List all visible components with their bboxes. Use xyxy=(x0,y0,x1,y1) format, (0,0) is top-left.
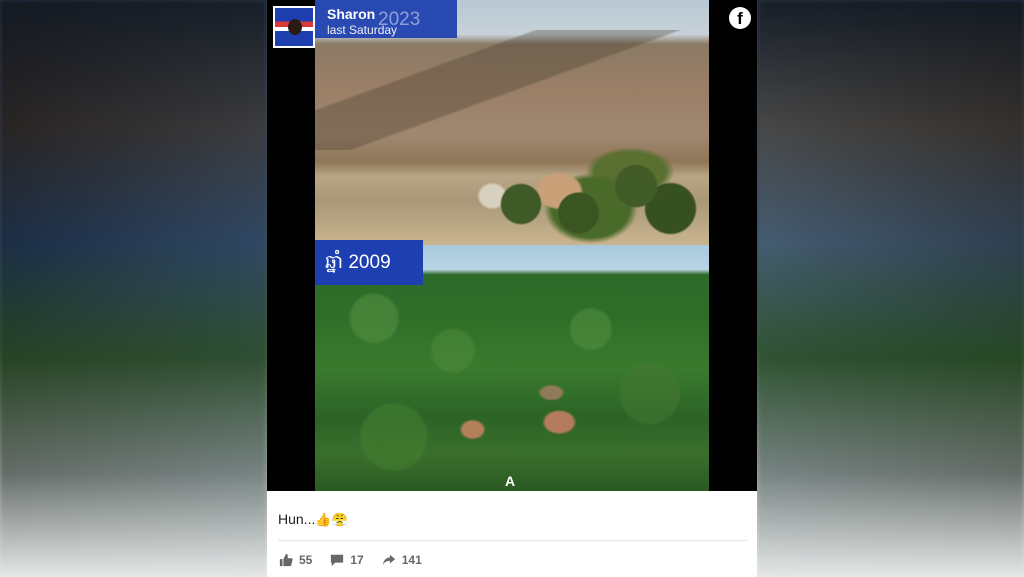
engagement-stats: 55 17 141 xyxy=(279,553,422,567)
likes-count: 55 xyxy=(299,553,313,567)
year-label-bottom-text: ឆ្នាំ 2009 xyxy=(325,252,391,273)
likes-stat[interactable]: 55 xyxy=(279,553,312,567)
facebook-post: 2023 ឆ្នាំ 2009 A Sharon last Saturday f… xyxy=(267,0,757,577)
facebook-icon: f xyxy=(729,7,751,29)
blurred-background-left xyxy=(0,0,266,577)
post-caption: Hun...👍😤 xyxy=(278,511,348,528)
post-media[interactable]: 2023 ឆ្នាំ 2009 A Sharon last Saturday f xyxy=(267,0,757,491)
caption-text: Hun... xyxy=(278,511,316,527)
shares-stat[interactable]: 141 xyxy=(382,553,422,567)
year-label-bottom: ឆ្នាំ 2009 xyxy=(315,240,423,285)
watermark: A xyxy=(505,473,516,489)
shares-count: 141 xyxy=(401,553,422,567)
share-icon xyxy=(382,554,395,566)
caption-emoji: 👍😤 xyxy=(315,512,348,527)
thumbs-up-icon xyxy=(279,553,293,567)
author-name[interactable]: Sharon xyxy=(327,6,397,22)
comments-stat[interactable]: 17 xyxy=(330,553,364,567)
divider xyxy=(278,540,747,541)
post-timestamp[interactable]: last Saturday xyxy=(327,22,397,38)
post-author[interactable]: Sharon last Saturday xyxy=(273,6,397,48)
comment-icon xyxy=(331,554,344,567)
avatar[interactable] xyxy=(273,6,315,48)
blurred-background-right xyxy=(758,0,1024,577)
comments-count: 17 xyxy=(350,553,364,567)
